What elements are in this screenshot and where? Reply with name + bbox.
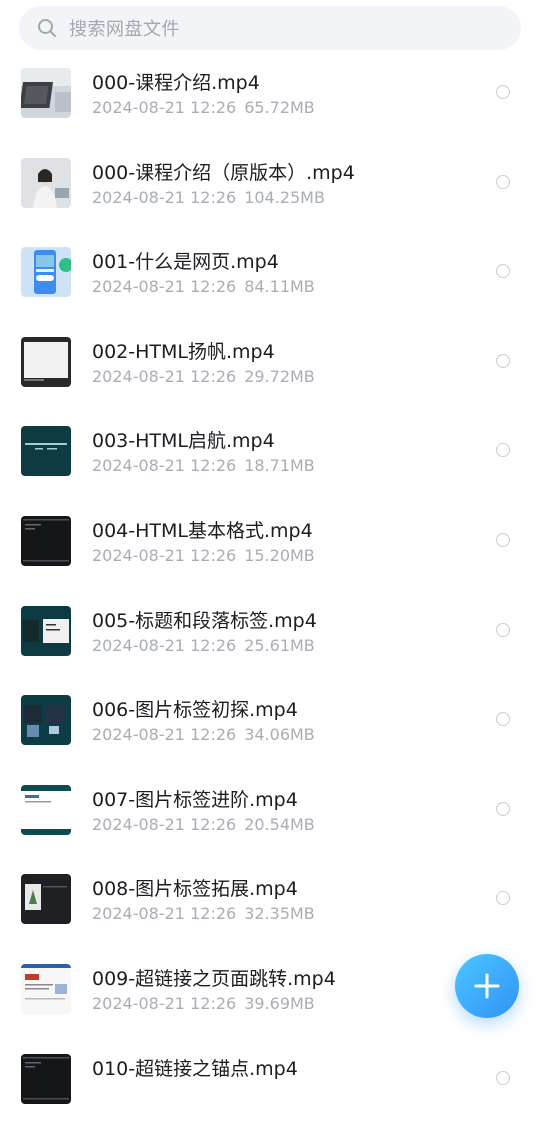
file-date: 2024-08-21 bbox=[92, 277, 185, 297]
video-thumbnail bbox=[21, 68, 71, 118]
file-time: 12:26 bbox=[190, 187, 237, 207]
file-name: 003-HTML启航.mp4 bbox=[92, 430, 275, 453]
file-time: 12:26 bbox=[190, 545, 237, 565]
file-size: 84.11MB bbox=[244, 277, 315, 297]
file-row[interactable]: 001-什么是网页.mp4 2024-08-21 12:26 84.11MB bbox=[0, 231, 540, 321]
file-date: 2024-08-21 bbox=[92, 187, 185, 207]
file-date: 2024-08-21 bbox=[92, 725, 185, 745]
file-name: 002-HTML扬帆.mp4 bbox=[92, 340, 275, 363]
file-time: 12:26 bbox=[190, 456, 237, 476]
select-radio[interactable] bbox=[496, 443, 510, 458]
select-radio[interactable] bbox=[496, 712, 510, 727]
file-size: 104.25MB bbox=[244, 187, 325, 207]
search-input-placeholder[interactable]: 搜索网盘文件 bbox=[69, 15, 180, 41]
file-row[interactable]: 000-课程介绍（原版本）.mp4 2024-08-21 12:26 104.25M… bbox=[0, 142, 540, 232]
file-meta: 2024-08-21 12:26 15.20MB bbox=[92, 546, 315, 565]
select-radio[interactable] bbox=[496, 174, 510, 189]
video-thumbnail bbox=[21, 963, 71, 1014]
select-radio[interactable] bbox=[496, 1070, 510, 1085]
video-thumbnail bbox=[21, 874, 71, 925]
file-meta: 2024-08-21 12:26 18.71MB bbox=[92, 456, 315, 475]
file-row[interactable]: 000-课程介绍.mp4 2024-08-21 12:26 65.72MB bbox=[0, 52, 540, 142]
file-meta: 2024-08-21 12:26 25.61MB bbox=[92, 636, 315, 655]
file-time: 12:26 bbox=[190, 904, 237, 924]
file-name: 010-超链接之锚点.mp4 bbox=[92, 1057, 298, 1080]
file-meta: 2024-08-21 12:26 29.72MB bbox=[92, 367, 315, 386]
file-row[interactable]: 007-图片标签进阶.mp4 2024-08-21 12:26 20.54MB bbox=[0, 769, 540, 859]
file-row[interactable]: 003-HTML启航.mp4 2024-08-21 12:26 18.71MB bbox=[0, 410, 540, 500]
file-size: 18.71MB bbox=[244, 456, 315, 476]
file-meta: 2024-08-21 12:26 20.54MB bbox=[92, 815, 315, 834]
search-bar[interactable]: 搜索网盘文件 bbox=[19, 6, 521, 50]
file-name: 000-课程介绍（原版本）.mp4 bbox=[92, 161, 355, 184]
video-thumbnail bbox=[21, 426, 71, 477]
select-radio[interactable] bbox=[496, 353, 510, 368]
video-thumbnail bbox=[21, 695, 71, 746]
select-radio[interactable] bbox=[496, 532, 510, 547]
file-size: 29.72MB bbox=[244, 366, 315, 386]
file-meta: 2024-08-21 12:26 32.35MB bbox=[92, 904, 315, 923]
file-date: 2024-08-21 bbox=[92, 366, 185, 386]
file-date: 2024-08-21 bbox=[92, 635, 185, 655]
file-date: 2024-08-21 bbox=[92, 904, 185, 924]
file-time: 12:26 bbox=[190, 814, 237, 834]
video-thumbnail bbox=[21, 784, 71, 835]
file-time: 12:26 bbox=[190, 277, 237, 297]
file-name: 009-超链接之页面跳转.mp4 bbox=[92, 967, 336, 990]
file-size: 20.54MB bbox=[244, 814, 315, 834]
file-size: 32.35MB bbox=[244, 904, 315, 924]
file-date: 2024-08-21 bbox=[92, 98, 185, 117]
file-row[interactable]: 004-HTML基本格式.mp4 2024-08-21 12:26 15.20MB bbox=[0, 500, 540, 590]
file-size: 15.20MB bbox=[244, 545, 315, 565]
file-list: 000-课程介绍.mp4 2024-08-21 12:26 65.72MB 000-课… bbox=[0, 52, 540, 1127]
file-row[interactable]: 006-图片标签初探.mp4 2024-08-21 12:26 34.06MB bbox=[0, 679, 540, 769]
file-name: 004-HTML基本格式.mp4 bbox=[92, 519, 313, 542]
file-date: 2024-08-21 bbox=[92, 814, 185, 834]
file-meta: 2024-08-21 12:26 84.11MB bbox=[92, 277, 315, 296]
file-row[interactable]: 010-超链接之锚点.mp4 bbox=[0, 1038, 540, 1127]
video-thumbnail bbox=[21, 1053, 71, 1104]
select-radio[interactable] bbox=[496, 801, 510, 816]
file-row[interactable]: 005-标题和段落标签.mp4 2024-08-21 12:26 25.61MB bbox=[0, 590, 540, 680]
file-time: 12:26 bbox=[190, 635, 237, 655]
file-size: 39.69MB bbox=[244, 993, 315, 1013]
file-size: 34.06MB bbox=[244, 725, 315, 745]
file-name: 008-图片标签拓展.mp4 bbox=[92, 878, 298, 901]
file-date: 2024-08-21 bbox=[92, 456, 185, 476]
file-date: 2024-08-21 bbox=[92, 545, 185, 565]
file-time: 12:26 bbox=[190, 98, 237, 117]
select-radio[interactable] bbox=[496, 264, 510, 279]
file-name: 007-图片标签进阶.mp4 bbox=[92, 788, 298, 811]
video-thumbnail bbox=[21, 157, 71, 208]
file-meta: 2024-08-21 12:26 65.72MB bbox=[92, 98, 315, 117]
file-row[interactable]: 008-图片标签拓展.mp4 2024-08-21 12:26 32.35MB bbox=[0, 858, 540, 948]
file-meta bbox=[92, 1084, 100, 1103]
file-name: 001-什么是网页.mp4 bbox=[92, 251, 279, 274]
select-radio[interactable] bbox=[496, 891, 510, 906]
video-thumbnail bbox=[21, 336, 71, 387]
file-size: 65.72MB bbox=[244, 98, 315, 117]
file-size: 25.61MB bbox=[244, 635, 315, 655]
video-thumbnail bbox=[21, 515, 71, 566]
search-icon bbox=[38, 19, 56, 37]
file-time: 12:26 bbox=[190, 725, 237, 745]
video-thumbnail bbox=[21, 605, 71, 656]
add-button[interactable] bbox=[455, 954, 519, 1018]
file-name: 006-图片标签初探.mp4 bbox=[92, 699, 298, 722]
select-radio[interactable] bbox=[496, 85, 510, 99]
select-radio[interactable] bbox=[496, 622, 510, 637]
file-date: 2024-08-21 bbox=[92, 993, 185, 1013]
file-meta: 2024-08-21 12:26 104.25MB bbox=[92, 188, 325, 207]
file-meta: 2024-08-21 12:26 39.69MB bbox=[92, 994, 315, 1013]
file-time: 12:26 bbox=[190, 366, 237, 386]
file-row[interactable]: 002-HTML扬帆.mp4 2024-08-21 12:26 29.72MB bbox=[0, 321, 540, 411]
file-meta: 2024-08-21 12:26 34.06MB bbox=[92, 725, 315, 744]
video-thumbnail bbox=[21, 247, 71, 298]
plus-icon bbox=[474, 973, 500, 999]
file-name: 005-标题和段落标签.mp4 bbox=[92, 609, 317, 632]
file-time: 12:26 bbox=[190, 993, 237, 1013]
file-name: 000-课程介绍.mp4 bbox=[92, 72, 260, 94]
